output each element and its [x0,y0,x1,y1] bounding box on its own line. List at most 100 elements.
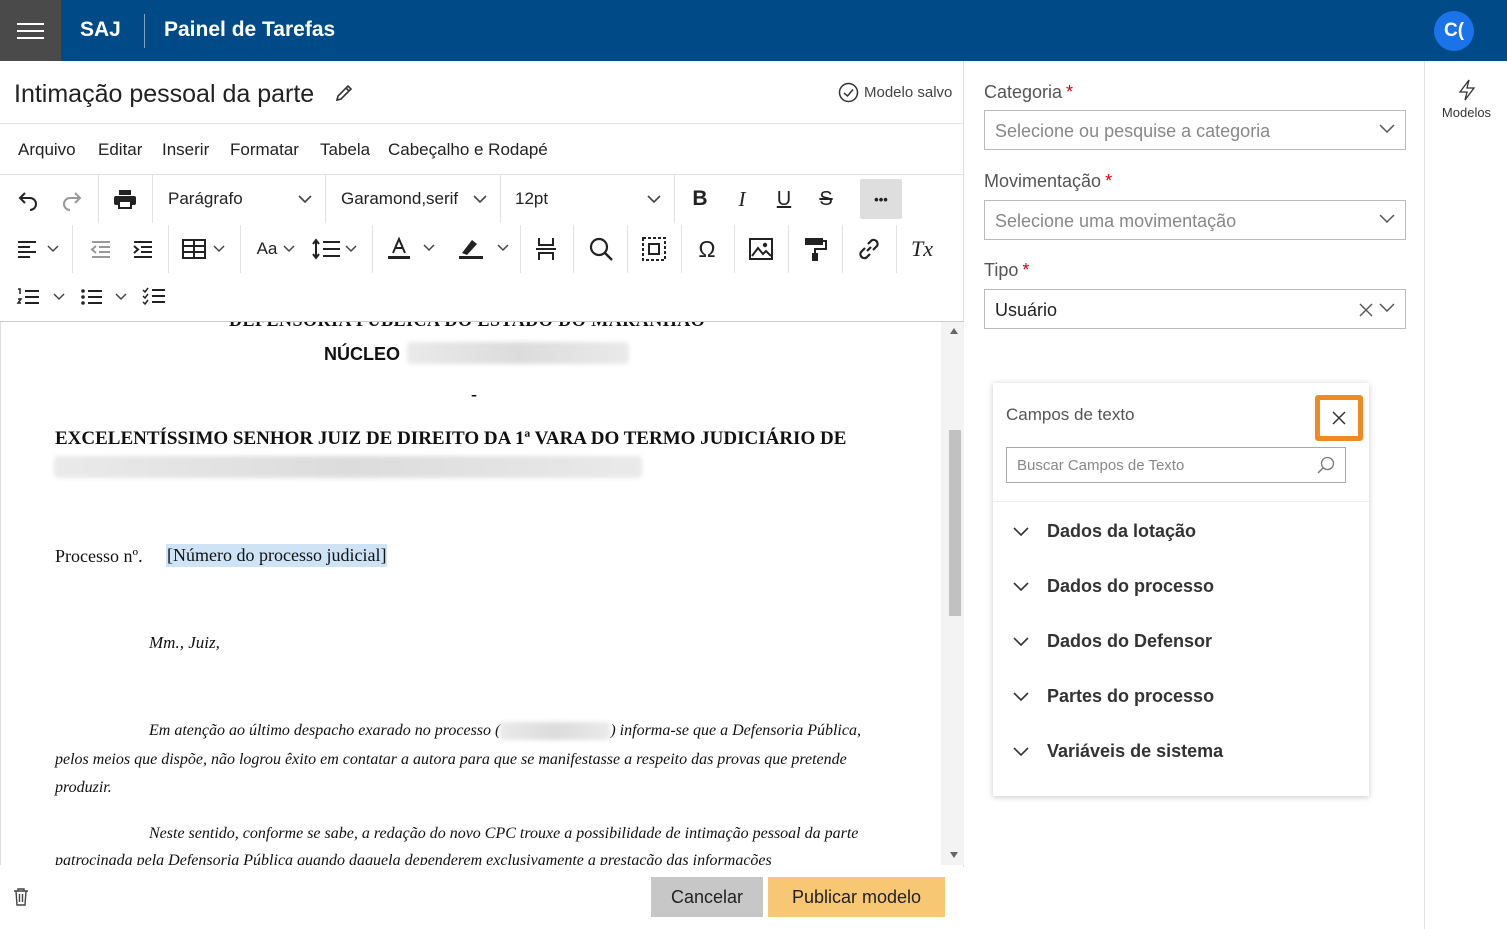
italic-button[interactable]: I [725,179,759,219]
strikethrough-button[interactable]: S [809,179,843,219]
outdent-icon[interactable] [84,229,116,269]
panel-divider [993,501,1369,502]
font-select[interactable]: Garamond,serif [341,175,499,223]
paragraph-2-line-2: patrocinada pela Defensoria Pública quan… [55,852,772,865]
search-icon [1317,456,1335,474]
text-case-label: Aa [256,239,278,258]
chevron-down-icon [298,194,312,203]
categoria-select[interactable]: Selecione ou pesquise a categoria [984,110,1406,150]
redacted-nucleo [407,342,629,364]
format-painter-icon[interactable] [798,229,832,269]
special-character-icon[interactable]: Ω [690,229,724,269]
movimentacao-select[interactable]: Selecione uma movimentação [984,200,1406,240]
underline-button[interactable]: U [767,179,801,219]
group-label: Dados do Defensor [1047,631,1213,651]
select-all-icon[interactable] [637,229,671,269]
font-size-select[interactable]: 12pt [515,175,673,223]
menu-inserir[interactable]: Inserir [162,140,209,160]
table-icon[interactable] [180,229,230,269]
user-avatar[interactable]: C( [1434,11,1474,51]
close-panel-button[interactable] [1315,395,1363,441]
bullet-list-icon[interactable] [78,277,134,317]
chevron-down-icon [473,194,487,203]
scrollbar-thumb[interactable] [949,430,961,616]
group-partes-processo[interactable]: Partes do processo [1013,686,1214,707]
header-dash: - [471,384,477,404]
paragraph-select[interactable]: Parágrafo [168,175,324,223]
tipo-label: Tipo * [984,260,1029,281]
menu-icon[interactable] [0,0,61,61]
page-break-icon[interactable] [530,229,562,269]
scroll-up-icon[interactable] [950,328,958,334]
checklist-icon[interactable] [140,277,168,317]
chevron-down-icon [283,245,295,253]
align-left-icon[interactable] [12,229,62,269]
movimentacao-placeholder: Selecione uma movimentação [995,211,1237,231]
document-area[interactable]: DEFENSORIA PÚBLICA DO ESTADO DO MARANHÃO… [0,322,964,865]
indent-icon[interactable] [126,229,158,269]
redacted-comarca [54,456,642,478]
edit-title-icon[interactable] [333,82,355,104]
more-options-button[interactable]: ••• [860,179,902,219]
menu-arquivo[interactable]: Arquivo [18,140,76,160]
clear-selection-icon[interactable] [1359,303,1373,317]
chevron-down-icon [1379,303,1395,313]
tipo-label-text: Tipo [984,260,1019,280]
menu-editar[interactable]: Editar [98,140,142,160]
chevron-down-icon [1013,526,1029,536]
highlight-color-icon[interactable] [456,229,512,269]
movimentacao-label-text: Movimentação [984,171,1102,191]
models-label: Modelos [1441,105,1492,120]
cancel-button[interactable]: Cancelar [651,877,763,917]
tipo-select[interactable]: Usuário [984,289,1406,329]
group-variaveis-sistema[interactable]: Variáveis de sistema [1013,741,1223,762]
menu-tabela[interactable]: Tabela [320,140,370,160]
redo-icon[interactable] [54,179,90,219]
toolbar-row-2: Aa Ω Tx [0,225,964,273]
redacted-process-number [500,722,611,741]
toolbar-row-3 [0,273,964,321]
undo-icon[interactable] [10,179,46,219]
nucleo-label: NÚCLEO [324,344,400,364]
lightning-icon [1458,79,1476,101]
print-icon[interactable] [106,179,144,219]
group-dados-lotacao[interactable]: Dados da lotação [1013,521,1196,542]
models-sidebar: Modelos [1424,61,1507,929]
image-icon[interactable] [744,229,778,269]
numbered-list-icon[interactable] [14,277,72,317]
required-mark: * [1022,260,1030,280]
editor-menubar: Arquivo Editar Inserir Formatar Tabela C… [0,124,964,174]
group-label: Dados da lotação [1047,521,1197,541]
text-fields-search-input[interactable]: Buscar Campos de Texto [1006,447,1346,483]
text-case-select[interactable]: Aa [252,229,300,269]
search-icon[interactable] [584,229,618,269]
required-mark: * [1105,171,1113,191]
group-dados-processo[interactable]: Dados do processo [1013,576,1214,597]
document-page[interactable]: DEFENSORIA PÚBLICA DO ESTADO DO MARANHÃO… [1,322,941,865]
text-color-icon[interactable] [384,229,438,269]
chevron-down-icon [647,194,661,203]
group-label: Partes do processo [1047,686,1215,706]
paragraph-1-line-3: produzir. [55,779,112,796]
menu-formatar[interactable]: Formatar [230,140,299,160]
group-dados-defensor[interactable]: Dados do Defensor [1013,631,1212,652]
processo-field[interactable]: [Número do processo judicial] [166,544,388,567]
group-label: Dados do processo [1047,576,1215,596]
close-icon [1332,411,1346,425]
delete-icon[interactable] [12,887,30,907]
clear-formatting-icon[interactable]: Tx [904,229,940,269]
scroll-down-icon[interactable] [950,852,958,858]
document-scrollbar[interactable] [941,322,964,865]
link-icon[interactable] [852,229,886,269]
publish-model-button[interactable]: Publicar modelo [768,877,945,917]
bold-button[interactable]: B [683,179,717,219]
save-status: Modelo salvo [838,82,952,103]
line-height-icon[interactable] [310,229,362,269]
chevron-down-icon [1013,581,1029,591]
required-mark: * [1066,82,1074,102]
brand-logo[interactable]: SAJ [80,18,121,42]
movimentacao-label: Movimentação * [984,171,1112,192]
models-button[interactable]: Modelos [1425,75,1507,125]
menu-cabecalho-rodape[interactable]: Cabeçalho e Rodapé [388,140,548,160]
paragraph-select-value: Parágrafo [168,189,243,208]
